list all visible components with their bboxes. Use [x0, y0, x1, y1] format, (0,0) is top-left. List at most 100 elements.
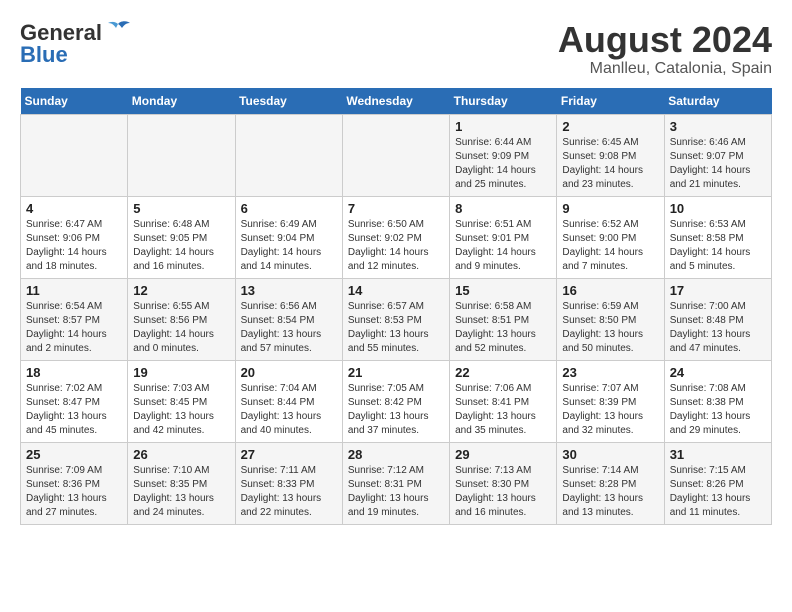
calendar-cell: 31 Sunrise: 7:15 AMSunset: 8:26 PMDayligh…	[664, 442, 771, 524]
weekday-header-row: SundayMondayTuesdayWednesdayThursdayFrid…	[21, 88, 772, 115]
calendar-cell: 13 Sunrise: 6:56 AMSunset: 8:54 PMDayligh…	[235, 278, 342, 360]
day-info: Sunrise: 6:50 AMSunset: 9:02 PMDaylight:…	[348, 218, 444, 274]
calendar-cell: 11Sunrise: 6:54 AMSunset: 8:57 PMDayligh…	[21, 278, 128, 360]
calendar-cell: 2 Sunrise: 6:45 AMSunset: 9:08 PMDaylight…	[557, 114, 664, 196]
day-number: 18	[26, 365, 122, 380]
calendar-cell: 5 Sunrise: 6:48 AMSunset: 9:05 PMDaylight…	[128, 196, 235, 278]
day-info: Sunrise: 6:46 AMSunset: 9:07 PMDaylight:…	[670, 136, 766, 192]
day-number: 7	[348, 201, 444, 216]
day-number: 28	[348, 447, 444, 462]
calendar-week-row: 11Sunrise: 6:54 AMSunset: 8:57 PMDayligh…	[21, 278, 772, 360]
day-number: 8	[455, 201, 551, 216]
calendar-cell	[342, 114, 449, 196]
calendar-cell: 14 Sunrise: 6:57 AMSunset: 8:53 PMDayligh…	[342, 278, 449, 360]
calendar-week-row: 18 Sunrise: 7:02 AMSunset: 8:47 PMDayligh…	[21, 360, 772, 442]
calendar-cell: 21Sunrise: 7:05 AMSunset: 8:42 PMDayligh…	[342, 360, 449, 442]
day-info: Sunrise: 7:09 AMSunset: 8:36 PMDaylight:…	[26, 464, 122, 520]
day-info: Sunrise: 6:47 AMSunset: 9:06 PMDaylight:…	[26, 218, 122, 274]
weekday-header-saturday: Saturday	[664, 88, 771, 115]
day-number: 2	[562, 119, 658, 134]
calendar-cell: 28Sunrise: 7:12 AMSunset: 8:31 PMDayligh…	[342, 442, 449, 524]
calendar-cell: 30 Sunrise: 7:14 AMSunset: 8:28 PMDayligh…	[557, 442, 664, 524]
calendar-cell: 12Sunrise: 6:55 AMSunset: 8:56 PMDayligh…	[128, 278, 235, 360]
weekday-header-sunday: Sunday	[21, 88, 128, 115]
calendar-cell: 8 Sunrise: 6:51 AMSunset: 9:01 PMDaylight…	[450, 196, 557, 278]
calendar-cell: 3 Sunrise: 6:46 AMSunset: 9:07 PMDaylight…	[664, 114, 771, 196]
day-number: 6	[241, 201, 337, 216]
logo-text: General Blue	[20, 20, 132, 68]
calendar-week-row: 25 Sunrise: 7:09 AMSunset: 8:36 PMDayligh…	[21, 442, 772, 524]
calendar-cell: 20Sunrise: 7:04 AMSunset: 8:44 PMDayligh…	[235, 360, 342, 442]
day-info: Sunrise: 6:51 AMSunset: 9:01 PMDaylight:…	[455, 218, 551, 274]
day-info: Sunrise: 7:03 AMSunset: 8:45 PMDaylight:…	[133, 382, 229, 438]
day-info: Sunrise: 6:58 AMSunset: 8:51 PMDaylight:…	[455, 300, 551, 356]
calendar-cell: 29 Sunrise: 7:13 AMSunset: 8:30 PMDayligh…	[450, 442, 557, 524]
day-number: 14	[348, 283, 444, 298]
calendar-cell: 25 Sunrise: 7:09 AMSunset: 8:36 PMDayligh…	[21, 442, 128, 524]
calendar-cell: 6 Sunrise: 6:49 AMSunset: 9:04 PMDaylight…	[235, 196, 342, 278]
calendar-title: August 2024	[558, 20, 772, 60]
weekday-header-friday: Friday	[557, 88, 664, 115]
day-info: Sunrise: 6:49 AMSunset: 9:04 PMDaylight:…	[241, 218, 337, 274]
calendar-cell: 27 Sunrise: 7:11 AMSunset: 8:33 PMDayligh…	[235, 442, 342, 524]
day-info: Sunrise: 6:44 AMSunset: 9:09 PMDaylight:…	[455, 136, 551, 192]
day-number: 26	[133, 447, 229, 462]
day-number: 16	[562, 283, 658, 298]
calendar-cell: 18 Sunrise: 7:02 AMSunset: 8:47 PMDayligh…	[21, 360, 128, 442]
day-number: 23	[562, 365, 658, 380]
day-number: 5	[133, 201, 229, 216]
day-info: Sunrise: 7:13 AMSunset: 8:30 PMDaylight:…	[455, 464, 551, 520]
day-number: 15	[455, 283, 551, 298]
calendar-cell: 22Sunrise: 7:06 AMSunset: 8:41 PMDayligh…	[450, 360, 557, 442]
day-number: 10	[670, 201, 766, 216]
day-number: 19	[133, 365, 229, 380]
calendar-cell: 24 Sunrise: 7:08 AMSunset: 8:38 PMDayligh…	[664, 360, 771, 442]
calendar-cell: 26Sunrise: 7:10 AMSunset: 8:35 PMDayligh…	[128, 442, 235, 524]
calendar-cell: 17Sunrise: 7:00 AMSunset: 8:48 PMDayligh…	[664, 278, 771, 360]
day-number: 31	[670, 447, 766, 462]
weekday-header-wednesday: Wednesday	[342, 88, 449, 115]
day-info: Sunrise: 7:02 AMSunset: 8:47 PMDaylight:…	[26, 382, 122, 438]
calendar-cell: 7 Sunrise: 6:50 AMSunset: 9:02 PMDaylight…	[342, 196, 449, 278]
day-info: Sunrise: 6:45 AMSunset: 9:08 PMDaylight:…	[562, 136, 658, 192]
day-info: Sunrise: 7:08 AMSunset: 8:38 PMDaylight:…	[670, 382, 766, 438]
day-info: Sunrise: 7:07 AMSunset: 8:39 PMDaylight:…	[562, 382, 658, 438]
calendar-week-row: 4Sunrise: 6:47 AMSunset: 9:06 PMDaylight…	[21, 196, 772, 278]
day-info: Sunrise: 7:05 AMSunset: 8:42 PMDaylight:…	[348, 382, 444, 438]
day-info: Sunrise: 6:53 AMSunset: 8:58 PMDaylight:…	[670, 218, 766, 274]
day-info: Sunrise: 7:15 AMSunset: 8:26 PMDaylight:…	[670, 464, 766, 520]
day-number: 1	[455, 119, 551, 134]
day-number: 22	[455, 365, 551, 380]
weekday-header-thursday: Thursday	[450, 88, 557, 115]
day-info: Sunrise: 6:48 AMSunset: 9:05 PMDaylight:…	[133, 218, 229, 274]
day-number: 30	[562, 447, 658, 462]
calendar-cell: 15 Sunrise: 6:58 AMSunset: 8:51 PMDayligh…	[450, 278, 557, 360]
calendar-cell: 1 Sunrise: 6:44 AMSunset: 9:09 PMDaylight…	[450, 114, 557, 196]
day-number: 25	[26, 447, 122, 462]
day-number: 9	[562, 201, 658, 216]
calendar-table: SundayMondayTuesdayWednesdayThursdayFrid…	[20, 88, 772, 525]
day-info: Sunrise: 6:55 AMSunset: 8:56 PMDaylight:…	[133, 300, 229, 356]
calendar-cell: 16Sunrise: 6:59 AMSunset: 8:50 PMDayligh…	[557, 278, 664, 360]
day-info: Sunrise: 6:56 AMSunset: 8:54 PMDaylight:…	[241, 300, 337, 356]
day-number: 13	[241, 283, 337, 298]
day-number: 27	[241, 447, 337, 462]
day-info: Sunrise: 6:54 AMSunset: 8:57 PMDaylight:…	[26, 300, 122, 356]
calendar-cell: 10 Sunrise: 6:53 AMSunset: 8:58 PMDayligh…	[664, 196, 771, 278]
day-number: 3	[670, 119, 766, 134]
day-info: Sunrise: 7:14 AMSunset: 8:28 PMDaylight:…	[562, 464, 658, 520]
calendar-cell: 19 Sunrise: 7:03 AMSunset: 8:45 PMDayligh…	[128, 360, 235, 442]
day-info: Sunrise: 6:57 AMSunset: 8:53 PMDaylight:…	[348, 300, 444, 356]
page-header: General Blue August 2024 Manlleu, Catalo…	[20, 20, 772, 78]
day-number: 20	[241, 365, 337, 380]
day-info: Sunrise: 7:11 AMSunset: 8:33 PMDaylight:…	[241, 464, 337, 520]
calendar-cell: 4Sunrise: 6:47 AMSunset: 9:06 PMDaylight…	[21, 196, 128, 278]
calendar-week-row: 1 Sunrise: 6:44 AMSunset: 9:09 PMDaylight…	[21, 114, 772, 196]
day-number: 29	[455, 447, 551, 462]
calendar-cell	[21, 114, 128, 196]
day-number: 17	[670, 283, 766, 298]
day-number: 24	[670, 365, 766, 380]
logo: General Blue	[20, 20, 132, 68]
calendar-cell	[235, 114, 342, 196]
weekday-header-tuesday: Tuesday	[235, 88, 342, 115]
